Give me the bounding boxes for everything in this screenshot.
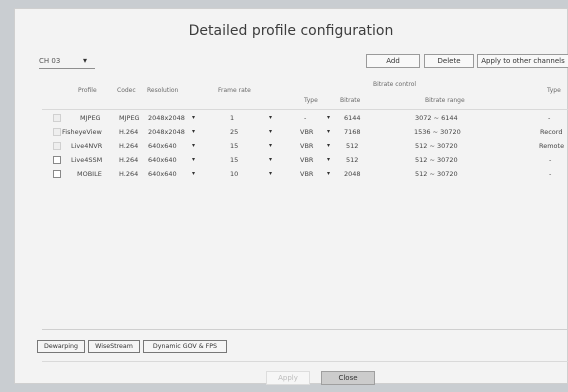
table-row[interactable]: Live4SSM H.264 640x640 ▾ 15 ▾ VBR ▾ 512 … [42, 153, 568, 167]
channel-selector[interactable]: CH 03 ▾ [39, 56, 95, 69]
bitrate-range-value: 3072 ~ 6144 [415, 114, 458, 122]
apply-button[interactable]: Apply [266, 371, 310, 385]
type-value: - [548, 114, 551, 122]
type-value: - [549, 170, 552, 178]
header-bitrate: Bitrate [340, 97, 361, 104]
frame-rate-value: 15 [230, 142, 239, 150]
bitrate-type-dropdown-icon[interactable]: ▾ [327, 153, 330, 167]
table-row[interactable]: MJPEG MJPEG 2048x2048 ▾ 1 ▾ - ▾ 6144 307… [42, 111, 568, 125]
codec-value: MJPEG [119, 114, 140, 122]
bitrate-type-value: VBR [300, 170, 314, 178]
channel-dropdown-icon: ▾ [82, 56, 87, 65]
codec-value: H.264 [119, 142, 139, 150]
channel-label: CH 03 [39, 57, 61, 65]
profile-dialog: Detailed profile configuration CH 03 ▾ A… [14, 8, 568, 385]
row-checkbox[interactable] [53, 114, 61, 122]
frame-rate-value: 1 [230, 114, 235, 122]
resolution-value: 640x640 [148, 156, 177, 164]
bitrate-value: 6144 [344, 114, 361, 122]
add-button[interactable]: Add [366, 54, 420, 68]
table-row[interactable]: Live4NVR H.264 640x640 ▾ 15 ▾ VBR ▾ 512 … [42, 139, 568, 153]
resolution-dropdown-icon[interactable]: ▾ [192, 125, 195, 139]
header-profile: Profile [78, 87, 97, 94]
profile-name: Live4NVR [71, 142, 103, 150]
bitrate-type-dropdown-icon[interactable]: ▾ [327, 111, 330, 125]
bitrate-range-value: 512 ~ 30720 [415, 170, 458, 178]
frame-rate-dropdown-icon[interactable]: ▾ [269, 153, 272, 167]
bitrate-value: 7168 [344, 128, 361, 136]
bitrate-value: 512 [346, 156, 359, 164]
type-value: Record [540, 128, 563, 136]
resolution-dropdown-icon[interactable]: ▾ [192, 153, 195, 167]
row-checkbox[interactable] [53, 128, 61, 136]
resolution-dropdown-icon[interactable]: ▾ [192, 139, 195, 153]
row-checkbox[interactable] [53, 142, 61, 150]
bitrate-type-value: VBR [300, 142, 314, 150]
resolution-value: 640x640 [148, 142, 177, 150]
header-type: Type [547, 87, 561, 94]
bitrate-type-dropdown-icon[interactable]: ▾ [327, 167, 330, 181]
close-button[interactable]: Close [321, 371, 375, 385]
codec-value: H.264 [119, 128, 139, 136]
header-divider [42, 109, 568, 110]
bitrate-value: 2048 [344, 170, 361, 178]
profile-name: MJPEG [80, 114, 101, 122]
frame-rate-dropdown-icon[interactable]: ▾ [269, 139, 272, 153]
header-bitrate-range: Bitrate range [425, 97, 465, 104]
bitrate-type-dropdown-icon[interactable]: ▾ [327, 139, 330, 153]
bitrate-type-value: - [304, 114, 307, 122]
header-bitrate-type: Type [304, 97, 318, 104]
bitrate-value: 512 [346, 142, 359, 150]
dialog-title: Detailed profile configuration [188, 23, 394, 39]
apply-other-channels-button[interactable]: Apply to other channels [477, 54, 568, 68]
frame-rate-dropdown-icon[interactable]: ▾ [269, 167, 272, 181]
frame-rate-dropdown-icon[interactable]: ▾ [269, 125, 272, 139]
header-resolution: Resolution [147, 87, 179, 94]
header-bitrate-control: Bitrate control [373, 81, 417, 88]
footer-divider [42, 361, 568, 362]
frame-rate-value: 10 [230, 170, 239, 178]
table-header: Profile Codec Resolution Frame rate Bitr… [42, 73, 568, 110]
dewarping-button[interactable]: Dewarping [37, 340, 85, 353]
resolution-dropdown-icon[interactable]: ▾ [192, 167, 195, 181]
bitrate-type-value: VBR [300, 156, 314, 164]
row-checkbox[interactable] [53, 170, 61, 178]
frame-rate-value: 15 [230, 156, 239, 164]
frame-rate-dropdown-icon[interactable]: ▾ [269, 111, 272, 125]
bitrate-range-value: 1536 ~ 30720 [414, 128, 461, 136]
frame-rate-value: 25 [230, 128, 239, 136]
codec-value: H.264 [119, 170, 139, 178]
profile-name: MOBILE [77, 170, 102, 178]
bitrate-type-dropdown-icon[interactable]: ▾ [327, 125, 330, 139]
wisestream-button[interactable]: WiseStream [88, 340, 140, 353]
resolution-value: 2048x2048 [148, 114, 185, 122]
bitrate-type-value: VBR [300, 128, 314, 136]
header-codec: Codec [117, 87, 136, 94]
row-checkbox[interactable] [53, 156, 61, 164]
profile-name: Live4SSM [71, 156, 103, 164]
resolution-value: 2048x2048 [148, 128, 185, 136]
bitrate-range-value: 512 ~ 30720 [415, 156, 458, 164]
content-divider [42, 329, 568, 330]
dynamic-gov-fps-button[interactable]: Dynamic GOV & FPS [143, 340, 227, 353]
header-frame-rate: Frame rate [218, 87, 251, 94]
bitrate-range-value: 512 ~ 30720 [415, 142, 458, 150]
resolution-value: 640x640 [148, 170, 177, 178]
table-row[interactable]: FisheyeView H.264 2048x2048 ▾ 25 ▾ VBR ▾… [42, 125, 568, 139]
type-value: - [549, 156, 552, 164]
table-row[interactable]: MOBILE H.264 640x640 ▾ 10 ▾ VBR ▾ 2048 5… [42, 167, 568, 181]
resolution-dropdown-icon[interactable]: ▾ [192, 111, 195, 125]
delete-button[interactable]: Delete [424, 54, 474, 68]
type-value: Remote [539, 142, 565, 150]
codec-value: H.264 [119, 156, 139, 164]
profile-name: FisheyeView [62, 128, 102, 136]
